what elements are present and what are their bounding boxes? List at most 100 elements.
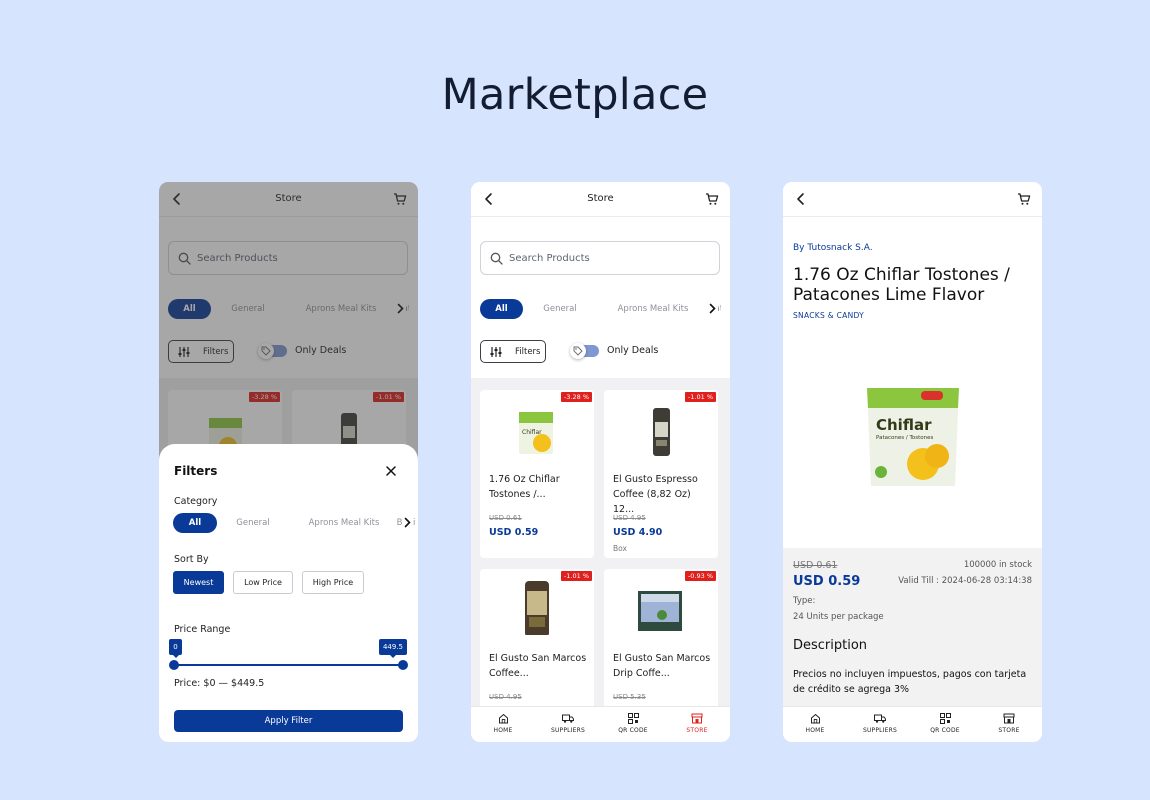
svg-text:Chiflar: Chiflar xyxy=(876,416,932,434)
bottom-tab-bar: HOME SUPPLIERS QR CODE STORE xyxy=(783,706,1042,742)
header xyxy=(783,182,1042,217)
vendor-name[interactable]: By Tutosnack S.A. xyxy=(793,243,873,253)
category-aprons-meal-kits[interactable]: Aprons Meal Kits xyxy=(598,299,708,319)
product-title: 1.76 Oz Chiflar Tostones / Patacones Lim… xyxy=(793,265,1010,305)
only-deals-toggle[interactable] xyxy=(570,343,599,359)
slider-max-handle[interactable] xyxy=(398,660,408,670)
category-all[interactable]: All xyxy=(480,299,523,319)
tab-home[interactable]: HOME xyxy=(783,713,847,734)
product-image: Chiflar Patacones / Tostones xyxy=(863,382,963,492)
cart-icon[interactable] xyxy=(705,192,719,206)
product-name: El Gusto Espresso Coffee (8,82 Oz) 12... xyxy=(613,474,698,515)
home-icon xyxy=(498,713,508,724)
product-image: Chiflar xyxy=(480,398,594,456)
old-price: USD 0.61 xyxy=(793,560,838,571)
product-price: USD 0.59 xyxy=(793,574,861,589)
old-price: USD 0.61 xyxy=(489,514,522,522)
bottom-tab-bar: HOME SUPPLIERS QR CODE STORE xyxy=(471,706,730,742)
tab-store-label: STORE xyxy=(686,727,708,734)
chevron-right-icon[interactable] xyxy=(707,303,718,314)
type-label: Type: xyxy=(793,596,816,606)
slider-track xyxy=(173,664,405,666)
slider-max-value: 449.5 xyxy=(379,639,407,658)
tab-home-label: HOME xyxy=(493,727,513,734)
price-range-slider[interactable]: 0 449.5 xyxy=(169,639,408,670)
tab-store-label: STORE xyxy=(998,727,1020,734)
filter-category-aprons-meal-kits[interactable]: Aprons Meal Kits xyxy=(291,513,397,533)
filters-title: Filters xyxy=(174,464,218,478)
units-per-package: 24 Units per package xyxy=(793,612,884,622)
tab-qr-code-label: QR CODE xyxy=(930,727,960,734)
tab-home[interactable]: HOME xyxy=(471,713,535,734)
phone-store-filters: Store All General Aprons Meal Kits Bat F… xyxy=(159,182,418,742)
filters-button[interactable]: Filters xyxy=(480,340,546,363)
stock-count: 100000 in stock xyxy=(963,560,1032,570)
tab-suppliers-label: SUPPLIERS xyxy=(862,727,898,734)
description-heading: Description xyxy=(793,638,868,653)
phone-product-detail: By Tutosnack S.A. 1.76 Oz Chiflar Toston… xyxy=(783,182,1042,742)
svg-text:Patacones / Tostones: Patacones / Tostones xyxy=(876,435,933,441)
tab-suppliers-label: SUPPLIERS xyxy=(550,727,586,734)
search-field[interactable] xyxy=(480,241,720,275)
product-price: USD 4.90 xyxy=(613,527,663,538)
filters-label: Filters xyxy=(515,347,541,357)
category-tabs: All General Aprons Meal Kits Bat xyxy=(480,299,721,319)
truck-icon xyxy=(874,714,886,723)
store-icon xyxy=(1003,713,1015,724)
cart-icon[interactable] xyxy=(1017,192,1031,206)
product-card[interactable]: -3.28 % Chiflar 1.76 Oz Chiflar Tostones… xyxy=(480,390,594,558)
tab-suppliers[interactable]: SUPPLIERS xyxy=(848,713,912,734)
filter-category-general[interactable]: General xyxy=(228,513,278,533)
phone-store: Store All General Aprons Meal Kits Bat F… xyxy=(471,182,730,742)
tag-icon xyxy=(573,346,583,356)
tab-suppliers[interactable]: SUPPLIERS xyxy=(536,713,600,734)
product-name: El Gusto San Marcos Drip Coffe... xyxy=(613,653,711,679)
product-name: El Gusto San Marcos Coffee... xyxy=(489,653,587,679)
product-unit: Box xyxy=(613,544,627,553)
page-title: Marketplace xyxy=(441,70,709,120)
filters-sheet: Filters Category All General Aprons Meal… xyxy=(159,444,418,742)
category-general[interactable]: General xyxy=(533,299,587,319)
search-icon xyxy=(490,252,503,265)
old-price: USD 4.95 xyxy=(613,514,646,522)
tab-home-label: HOME xyxy=(805,727,825,734)
price-info-panel: USD 0.61 USD 0.59 100000 in stock Valid … xyxy=(783,548,1042,706)
close-icon[interactable] xyxy=(386,466,396,476)
product-price: USD 0.59 xyxy=(489,527,539,538)
filter-category-tabs: All General Aprons Meal Kits Bebi xyxy=(173,513,417,533)
product-card[interactable]: -0.93 % El Gusto San Marcos Drip Coffe..… xyxy=(604,569,718,706)
tab-store[interactable]: STORE xyxy=(665,713,729,734)
sort-low-price-button[interactable]: Low Price xyxy=(233,571,293,594)
product-image xyxy=(604,398,718,456)
apply-filter-button[interactable]: Apply Filter xyxy=(174,710,403,732)
home-icon xyxy=(810,713,820,724)
product-card[interactable]: -1.01 % El Gusto Espresso Coffee (8,82 O… xyxy=(604,390,718,558)
sort-high-price-button[interactable]: High Price xyxy=(302,571,364,594)
product-image xyxy=(604,577,718,635)
back-icon[interactable] xyxy=(794,192,808,206)
category-label: Category xyxy=(174,496,218,507)
slider-min-value: 0 xyxy=(169,639,182,658)
filter-category-all[interactable]: All xyxy=(173,513,217,533)
tab-qr-code[interactable]: QR CODE xyxy=(913,713,977,734)
qr-icon xyxy=(939,713,951,724)
price-range-text: Price: $0 — $449.5 xyxy=(174,678,265,689)
sort-newest-button[interactable]: Newest xyxy=(173,571,224,594)
product-category[interactable]: SNACKS & CANDY xyxy=(793,311,864,320)
sliders-icon xyxy=(490,346,502,358)
old-price: USD 5.35 xyxy=(613,693,646,701)
valid-till: Valid Till : 2024-06-28 03:14:38 xyxy=(898,576,1032,586)
tab-store[interactable]: STORE xyxy=(977,713,1041,734)
header: Store xyxy=(471,182,730,217)
product-card[interactable]: -1.01 % El Gusto San Marcos Coffee... US… xyxy=(480,569,594,706)
product-name: 1.76 Oz Chiflar Tostones /... xyxy=(489,474,560,500)
only-deals-label: Only Deals xyxy=(607,345,659,356)
chevron-right-icon[interactable] xyxy=(402,517,413,528)
search-input[interactable] xyxy=(509,242,709,274)
tab-qr-code[interactable]: QR CODE xyxy=(601,713,665,734)
store-icon xyxy=(691,713,703,724)
product-image xyxy=(480,577,594,635)
description-text: Precios no incluyen impuestos, pagos con… xyxy=(793,669,1027,695)
sort-by-label: Sort By xyxy=(174,554,209,565)
slider-min-handle[interactable] xyxy=(169,660,179,670)
